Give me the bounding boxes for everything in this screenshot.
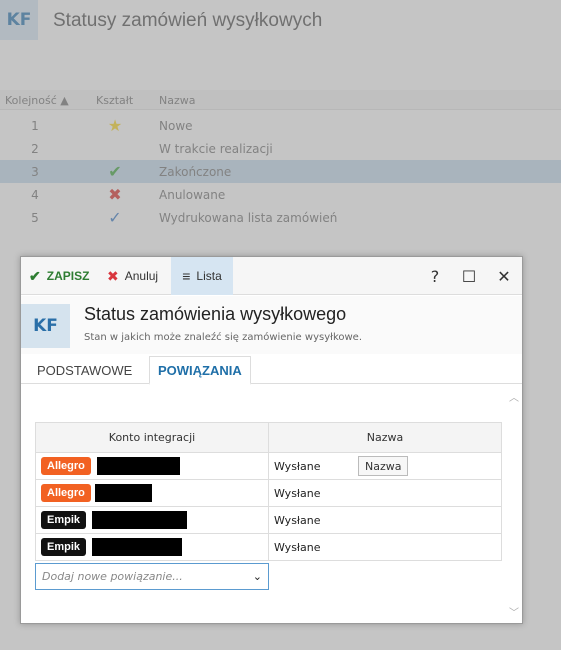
status-name-cell: Wysłane xyxy=(274,486,321,500)
scroll-down-icon[interactable]: ﹀ xyxy=(509,604,519,619)
account-cell: Empik xyxy=(36,534,269,560)
cancel-label: Anuluj xyxy=(124,269,159,283)
column-header-account: Konto integracji xyxy=(36,423,269,452)
help-icon[interactable]: ? xyxy=(421,257,449,295)
redacted-account xyxy=(92,538,182,556)
status-name-cell: Wysłane xyxy=(274,459,321,473)
save-label: ZAPISZ xyxy=(46,269,90,283)
add-relation-placeholder: Dodaj nowe powiązanie... xyxy=(42,570,183,583)
dialog-tabs: PODSTAWOWE POWIĄZANIA xyxy=(21,354,522,385)
dialog-toolbar: ✔ ZAPISZ ✖ Anuluj ≡ Lista ? ☐ ✕ xyxy=(21,257,522,295)
tab-content: ︿ Konto integracji Nazwa Allegro Wysłane… xyxy=(21,385,522,623)
tab-basic[interactable]: PODSTAWOWE xyxy=(29,356,140,384)
dialog-subtitle: Stan w jakich może znaleźć się zamówieni… xyxy=(84,332,363,343)
maximize-icon[interactable]: ☐ xyxy=(455,257,483,295)
integration-badge-empik: Empik xyxy=(41,538,87,556)
chevron-down-icon: ⌄ xyxy=(252,570,262,583)
list-button[interactable]: ≡ Lista xyxy=(171,257,233,295)
add-relation-select[interactable]: Dodaj nowe powiązanie... ⌄ xyxy=(35,563,269,590)
status-name-cell: Wysłane xyxy=(274,513,321,527)
save-button[interactable]: ✔ ZAPISZ xyxy=(29,257,89,295)
integration-badge-allegro: Allegro xyxy=(41,484,91,502)
grid-row[interactable]: Empik Wysłane xyxy=(35,507,502,534)
close-icon[interactable]: ✕ xyxy=(490,257,518,295)
list-icon: ≡ xyxy=(182,268,191,284)
status-name-cell: Wysłane xyxy=(274,540,321,554)
dialog-title: Status zamówienia wysyłkowego xyxy=(84,304,347,324)
cancel-button[interactable]: ✖ Anuluj xyxy=(107,257,158,295)
app-logo: KF xyxy=(21,304,70,348)
redacted-account xyxy=(92,511,187,529)
grid-row[interactable]: Allegro Wysłane xyxy=(35,480,502,507)
scroll-up-icon[interactable]: ︿ xyxy=(509,389,519,404)
integration-badge-allegro: Allegro xyxy=(41,457,91,475)
close-x-icon: ✖ xyxy=(107,267,119,284)
grid-row[interactable]: Empik Wysłane xyxy=(35,534,502,561)
check-icon: ✔ xyxy=(29,267,41,284)
dialog-header: KF Status zamówienia wysyłkowego Stan w … xyxy=(21,296,522,354)
integration-badge-empik: Empik xyxy=(41,511,87,529)
grid-header: Konto integracji Nazwa xyxy=(35,422,502,453)
list-label: Lista xyxy=(196,269,222,283)
tab-relations[interactable]: POWIĄZANIA xyxy=(149,356,251,385)
status-dialog: ✔ ZAPISZ ✖ Anuluj ≡ Lista ? ☐ ✕ KF Statu… xyxy=(20,256,523,624)
account-cell: Empik xyxy=(36,507,269,533)
grid-row[interactable]: Allegro Wysłane Nazwa xyxy=(35,453,502,480)
column-header-name: Nazwa xyxy=(366,431,404,444)
account-cell: Allegro xyxy=(36,453,269,479)
redacted-account xyxy=(97,457,180,475)
name-button[interactable]: Nazwa xyxy=(358,456,409,476)
account-cell: Allegro xyxy=(36,480,269,506)
redacted-account xyxy=(95,484,152,502)
